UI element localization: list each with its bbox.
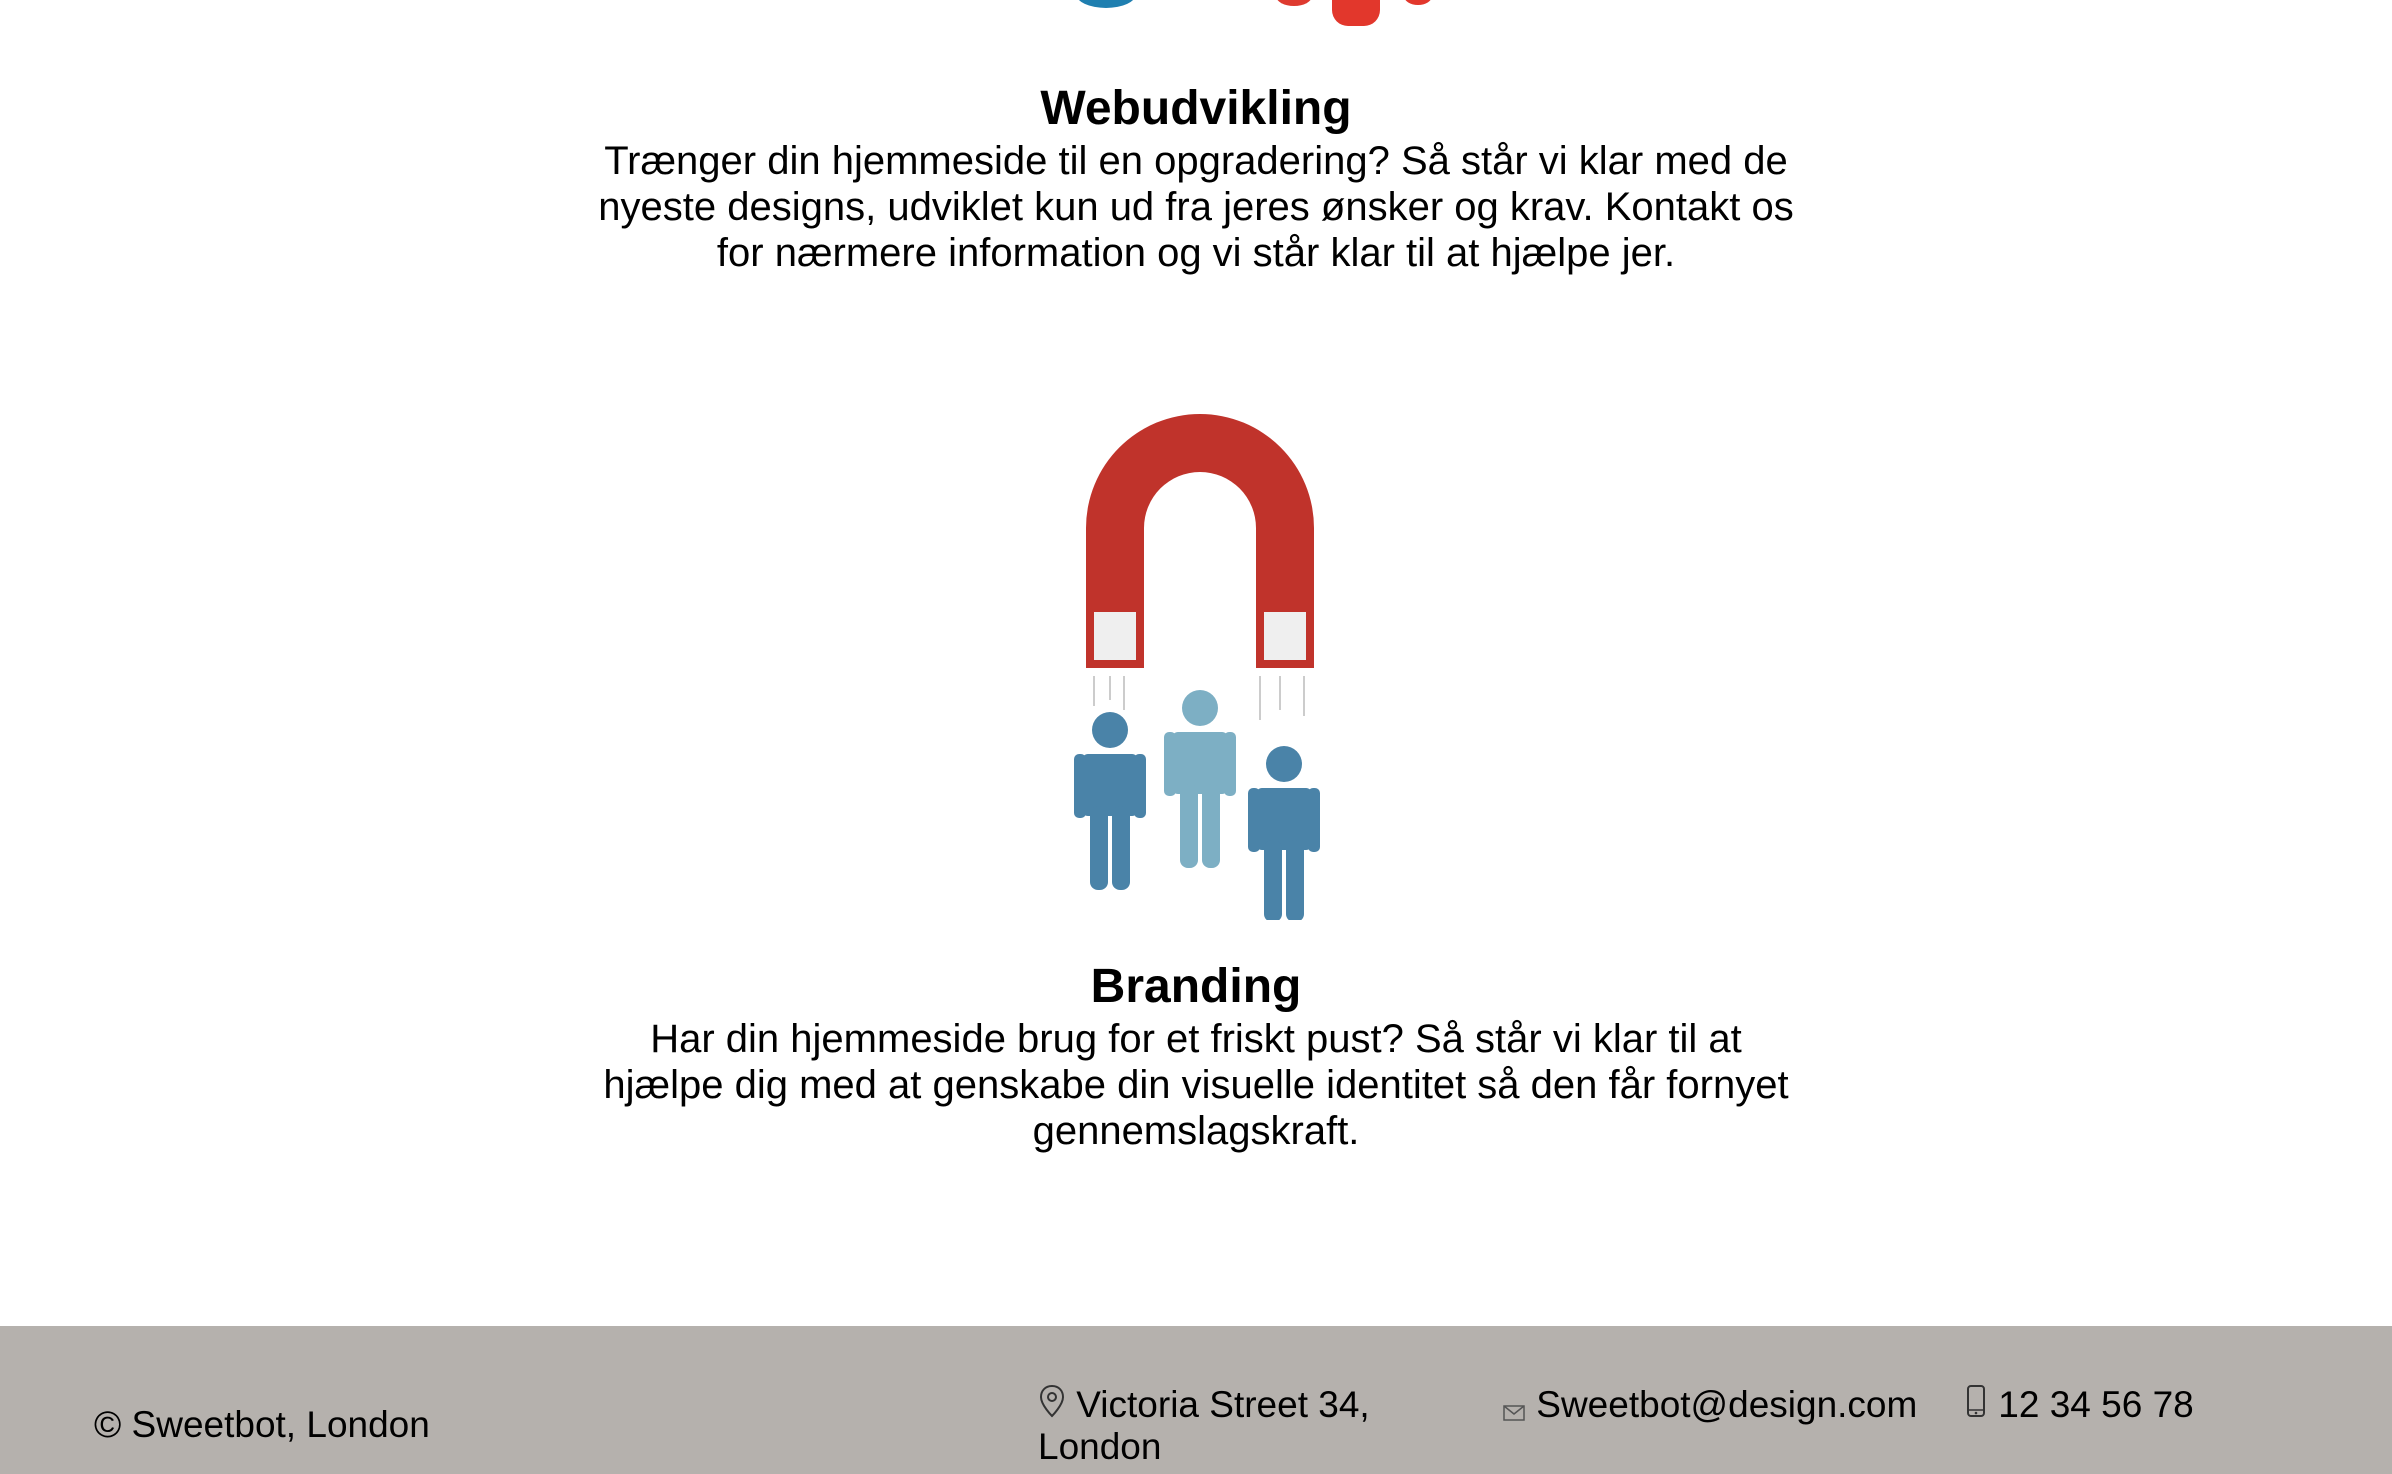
- service-description: Trænger din hjemmeside til en opgraderin…: [598, 139, 1794, 275]
- web-illustration-icon: [1078, 0, 1431, 26]
- page: Webudvikling Trænger din hjemmeside til …: [0, 0, 2392, 1474]
- footer-copyright: © Sweetbot, London: [94, 1404, 430, 1445]
- phone-number[interactable]: 12 34 56 78: [1998, 1384, 2193, 1425]
- footer-phone[interactable]: 12 34 56 78: [1964, 1384, 2194, 1426]
- footer: © Sweetbot, London Victoria Street 34, L…: [0, 1326, 2392, 1474]
- service-branding: Branding Har din hjemmeside brug for et …: [0, 958, 2392, 1154]
- mobile-phone-icon: [1967, 1385, 1985, 1417]
- address-text: Victoria Street 34, London: [1038, 1384, 1370, 1467]
- email-link[interactable]: Sweetbot@design.com: [1536, 1384, 1917, 1425]
- envelope-icon: [1503, 1405, 1525, 1421]
- service-description: Har din hjemmeside brug for et friskt pu…: [603, 1017, 1789, 1153]
- service-title: Webudvikling: [1040, 82, 1352, 135]
- location-pin-icon: [1039, 1384, 1065, 1418]
- footer-address: Victoria Street 34, London: [1038, 1384, 1398, 1468]
- service-webudvikling: Webudvikling Trænger din hjemmeside til …: [0, 80, 2392, 276]
- footer-email[interactable]: Sweetbot@design.com: [1502, 1384, 1917, 1426]
- magnet-people-icon: [1074, 414, 1320, 920]
- service-title: Branding: [1090, 960, 1302, 1013]
